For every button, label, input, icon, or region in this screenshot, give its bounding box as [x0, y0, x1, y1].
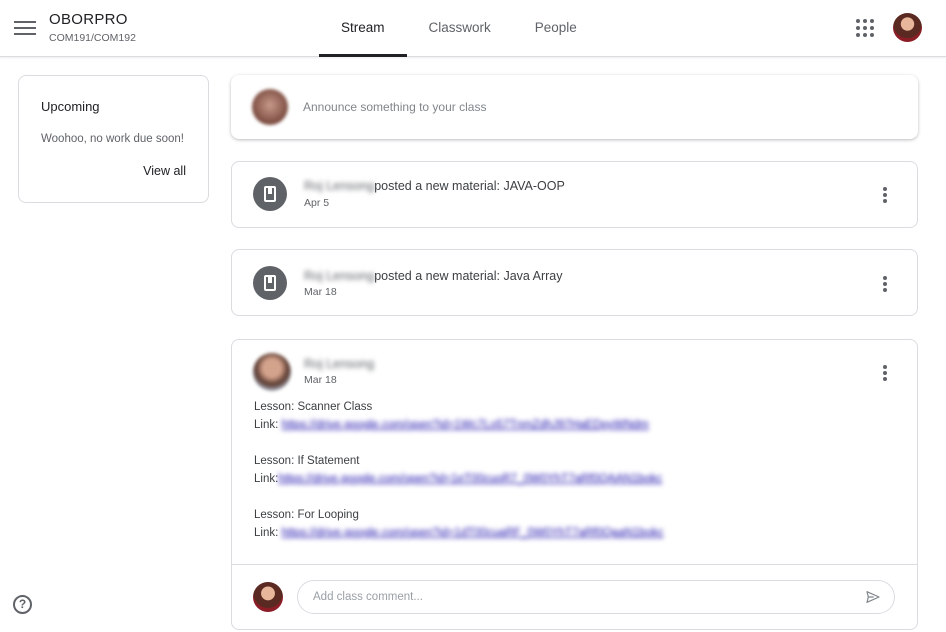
- more-options-icon[interactable]: [883, 187, 887, 203]
- lesson-title: Lesson: Scanner Class: [254, 401, 373, 413]
- upcoming-message: Woohoo, no work due soon!: [41, 133, 184, 145]
- lesson-link[interactable]: https://drive.google.com/open?id=1dT00cu…: [282, 524, 664, 542]
- material-title-line: Roj Lensongposted a new material: JAVA-O…: [304, 179, 565, 193]
- announce-box[interactable]: Announce something to your class: [231, 75, 918, 139]
- commenter-avatar: [253, 582, 283, 612]
- author-name: Roj Lensong: [304, 269, 375, 283]
- more-options-icon[interactable]: [883, 276, 887, 292]
- lesson-block: Lesson: For Looping Link: https://drive.…: [254, 506, 663, 542]
- material-card[interactable]: Roj Lensongposted a new material: JAVA-O…: [231, 161, 918, 228]
- tab-people[interactable]: People: [513, 0, 599, 57]
- material-book-icon: [253, 266, 287, 300]
- lesson-link-line: Link: https://drive.google.com/open?id=1…: [254, 416, 663, 434]
- material-action: posted a new material: JAVA-OOP: [374, 179, 565, 193]
- lesson-block: Lesson: If Statement Link:https://drive.…: [254, 452, 663, 488]
- material-date: Apr 5: [304, 197, 330, 209]
- top-app-bar: OBORPRO COM191/COM192 Stream Classwork P…: [0, 0, 946, 57]
- link-label: Link:: [254, 419, 279, 431]
- apps-grid-icon[interactable]: [856, 19, 874, 37]
- lesson-title: Lesson: For Looping: [254, 509, 359, 521]
- link-label: Link:: [254, 473, 279, 485]
- upcoming-panel: Upcoming Woohoo, no work due soon! View …: [18, 75, 209, 203]
- lesson-link[interactable]: https://drive.google.com/open?id=1eT00cu…: [278, 470, 662, 488]
- material-title-line: Roj Lensongposted a new material: Java A…: [304, 269, 563, 283]
- view-all-link[interactable]: View all: [143, 164, 186, 178]
- class-tabs: Stream Classwork People: [319, 0, 599, 57]
- announce-placeholder: Announce something to your class: [303, 100, 487, 114]
- user-avatar: [252, 89, 288, 125]
- post-author: Roj Lensong: [304, 357, 375, 371]
- class-name[interactable]: OBORPRO: [49, 11, 128, 28]
- lesson-link-line: Link: https://drive.google.com/open?id=1…: [254, 524, 663, 542]
- link-label: Link:: [254, 527, 279, 539]
- tab-stream[interactable]: Stream: [319, 0, 407, 57]
- tab-classwork[interactable]: Classwork: [407, 0, 513, 57]
- lesson-block: Lesson: Scanner Class Link: https://driv…: [254, 398, 663, 434]
- lesson-link[interactable]: https://drive.google.com/open?id=1Wc7Lo5…: [282, 416, 649, 434]
- material-action: posted a new material: Java Array: [374, 269, 563, 283]
- lesson-title: Lesson: If Statement: [254, 455, 360, 467]
- lesson-link-line: Link:https://drive.google.com/open?id=1e…: [254, 470, 663, 488]
- post-date: Mar 18: [304, 374, 337, 386]
- hamburger-menu-icon[interactable]: [14, 18, 36, 38]
- account-avatar[interactable]: [893, 13, 922, 42]
- comment-row: [232, 564, 917, 630]
- announcement-post: Roj Lensong Mar 18 Lesson: Scanner Class…: [231, 339, 918, 630]
- help-icon[interactable]: ?: [13, 595, 32, 614]
- author-name: Roj Lensong: [304, 179, 375, 193]
- material-date: Mar 18: [304, 286, 337, 298]
- upcoming-title: Upcoming: [41, 99, 100, 114]
- post-author-wrap: Roj Lensong: [304, 357, 374, 371]
- material-book-icon: [253, 177, 287, 211]
- send-icon[interactable]: [864, 589, 882, 605]
- class-section: COM191/COM192: [49, 32, 136, 44]
- author-avatar: [253, 353, 291, 391]
- material-card[interactable]: Roj Lensongposted a new material: Java A…: [231, 249, 918, 316]
- more-options-icon[interactable]: [883, 365, 887, 381]
- post-body: Lesson: Scanner Class Link: https://driv…: [254, 398, 663, 560]
- class-comment-input[interactable]: [297, 580, 895, 614]
